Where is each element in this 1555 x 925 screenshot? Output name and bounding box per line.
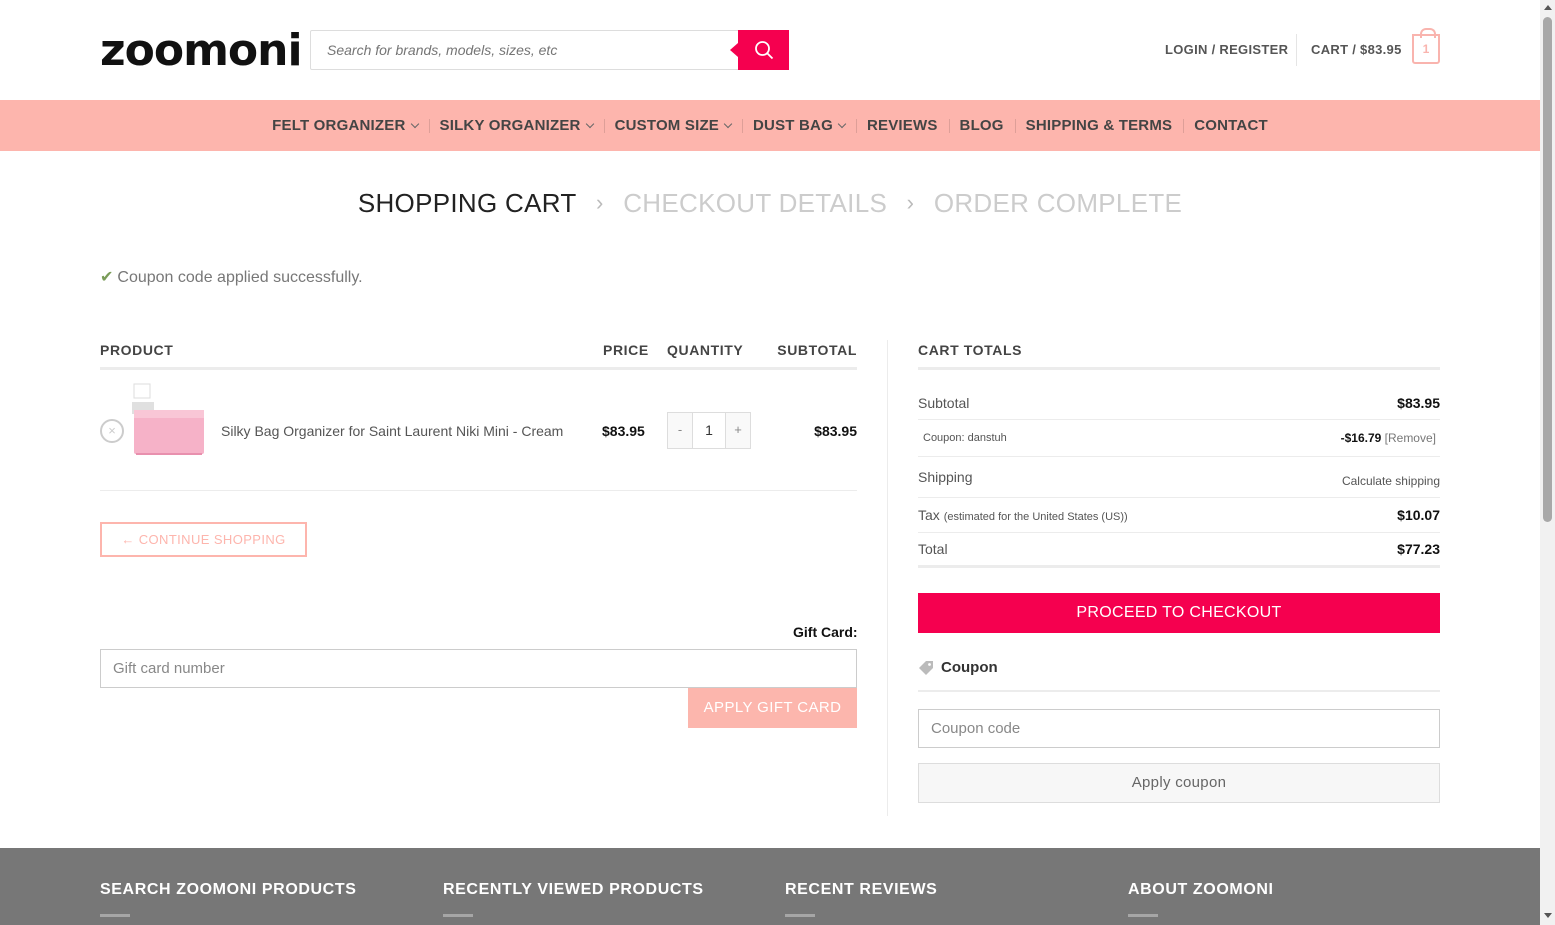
cart-totals-title: CART TOTALS [918,342,1023,358]
footer-heading-search: SEARCH ZOOMONI PRODUCTS [100,881,357,917]
search-button[interactable] [730,30,789,70]
totals-row-tax: Tax (estimated for the United States (US… [918,498,1440,533]
column-header-quantity: QUANTITY [667,342,744,358]
nav-item-label: CONTACT [1194,117,1268,134]
coupon-code-input[interactable]: Coupon code [918,709,1440,748]
scroll-up-arrow-icon[interactable] [1544,5,1552,10]
product-thumbnail[interactable] [130,382,206,460]
checkout-steps: SHOPPING CART › CHECKOUT DETAILS › ORDER… [0,186,1540,219]
remove-item-button[interactable]: × [100,419,124,443]
header-divider [100,367,857,370]
coupon-divider [918,690,1440,692]
remove-coupon-link[interactable]: [Remove] [1385,431,1436,445]
column-divider [887,340,888,816]
quantity-stepper: - 1 + [667,412,751,449]
scroll-down-arrow-icon[interactable] [1544,913,1552,918]
nav-item-reviews[interactable]: REVIEWS [855,117,949,134]
row-divider [100,490,857,491]
step-shopping-cart[interactable]: SHOPPING CART [358,188,577,219]
chevron-down-icon [410,119,419,128]
column-header-subtotal: SUBTOTAL [777,342,857,358]
shipping-label: Shipping [918,469,973,485]
nav-item-contact[interactable]: CONTACT [1183,117,1279,134]
product-subtotal: $83.95 [814,423,857,439]
site-footer: SEARCH ZOOMONI PRODUCTS RECENTLY VIEWED … [0,848,1540,925]
cart-totals: CART TOTALS Subtotal $83.95 Coupon: dans… [918,342,1440,568]
tax-label: Tax [918,507,940,523]
nav-item-shipping-terms[interactable]: SHIPPING & TERMS [1014,117,1184,134]
apply-coupon-button[interactable]: Apply coupon [918,763,1440,803]
chevron-down-icon [585,119,594,128]
nav-item-felt-organizer[interactable]: FELT ORGANIZER [261,117,428,134]
footer-heading-recently-viewed: RECENTLY VIEWED PRODUCTS [443,881,704,917]
footer-heading-recent-reviews: RECENT REVIEWS [785,881,938,917]
total-label: Total [918,541,948,557]
coupon-discount-value: -$16.79 [1340,431,1382,445]
search-icon [754,41,773,60]
checkmark-icon: ✔ [100,269,114,286]
product-price: $83.95 [602,423,645,439]
nav-item-label: DUST BAG [753,117,833,134]
tax-note: (estimated for the United States (US)) [943,511,1128,523]
column-header-product: PRODUCT [100,342,174,358]
gift-card-label: Gift Card: [793,624,858,640]
page-scrollbar[interactable] [1540,0,1555,925]
main-nav: FELT ORGANIZER SILKY ORGANIZER CUSTOM SI… [0,100,1540,151]
product-name-link[interactable]: Silky Bag Organizer for Saint Laurent Ni… [221,423,563,439]
site-header: zoomoni LOGIN / REGISTER CART / $83.95 1 [0,0,1540,100]
chevron-down-icon [837,119,847,128]
nav-item-label: BLOG [959,117,1004,134]
chevron-down-icon [723,119,733,128]
search-input[interactable] [311,31,731,69]
gift-card-input[interactable]: Gift card number [100,649,857,688]
total-value: $77.23 [1397,541,1440,557]
search-bar [310,30,789,70]
quantity-increase-button[interactable]: + [726,413,750,448]
nav-item-label: CUSTOM SIZE [614,117,720,134]
site-logo[interactable]: zoomoni [100,26,303,76]
coupon-heading: Coupon [918,659,998,676]
quantity-input[interactable]: 1 [692,413,726,448]
coupon-heading-text: Coupon [941,659,998,676]
step-checkout-details[interactable]: CHECKOUT DETAILS [623,188,887,219]
nav-item-blog[interactable]: BLOG [948,117,1015,134]
scrollbar-thumb[interactable] [1543,17,1552,522]
nav-item-dust-bag[interactable]: DUST BAG [742,117,856,134]
header-divider [1296,34,1297,66]
nav-item-label: SHIPPING & TERMS [1025,117,1173,134]
subtotal-value: $83.95 [1397,395,1440,411]
login-register-link[interactable]: LOGIN / REGISTER [1165,42,1288,57]
chevron-right-icon: › [596,190,604,216]
cart-link[interactable]: CART / $83.95 [1311,42,1402,57]
totals-row-subtotal: Subtotal $83.95 [918,392,1440,420]
totals-row-coupon: Coupon: danstuh -$16.79 [Remove] [918,420,1440,457]
apply-gift-card-button[interactable]: APPLY GIFT CARD [688,688,857,728]
nav-item-label: FELT ORGANIZER [272,117,406,134]
success-notice: ✔ Coupon code applied successfully. [100,267,363,287]
quantity-decrease-button[interactable]: - [668,413,692,448]
nav-item-label: SILKY ORGANIZER [439,117,581,134]
totals-row-total: Total $77.23 [918,533,1440,568]
notice-text: Coupon code applied successfully. [117,269,363,286]
nav-item-silky-organizer[interactable]: SILKY ORGANIZER [428,117,604,134]
coupon-applied-label: Coupon: danstuh [923,432,1007,444]
step-order-complete: ORDER COMPLETE [933,187,1183,218]
footer-heading-about: ABOUT ZOOMONI [1128,881,1274,917]
subtotal-label: Subtotal [918,395,970,411]
tag-icon [919,660,933,675]
totals-row-shipping: Shipping Calculate shipping [918,457,1440,498]
nav-item-label: REVIEWS [866,117,938,134]
column-header-price: PRICE [603,342,649,358]
continue-shopping-button[interactable]: ← CONTINUE SHOPPING [100,522,307,557]
chevron-right-icon: › [906,190,915,216]
proceed-to-checkout-button[interactable]: PROCEED TO CHECKOUT [918,593,1440,633]
totals-divider [918,367,1440,370]
calculate-shipping-link[interactable]: Calculate shipping [1342,474,1440,488]
cart-count-badge[interactable]: 1 [1412,28,1440,64]
nav-item-custom-size[interactable]: CUSTOM SIZE [603,117,742,134]
tax-value: $10.07 [1397,507,1440,523]
